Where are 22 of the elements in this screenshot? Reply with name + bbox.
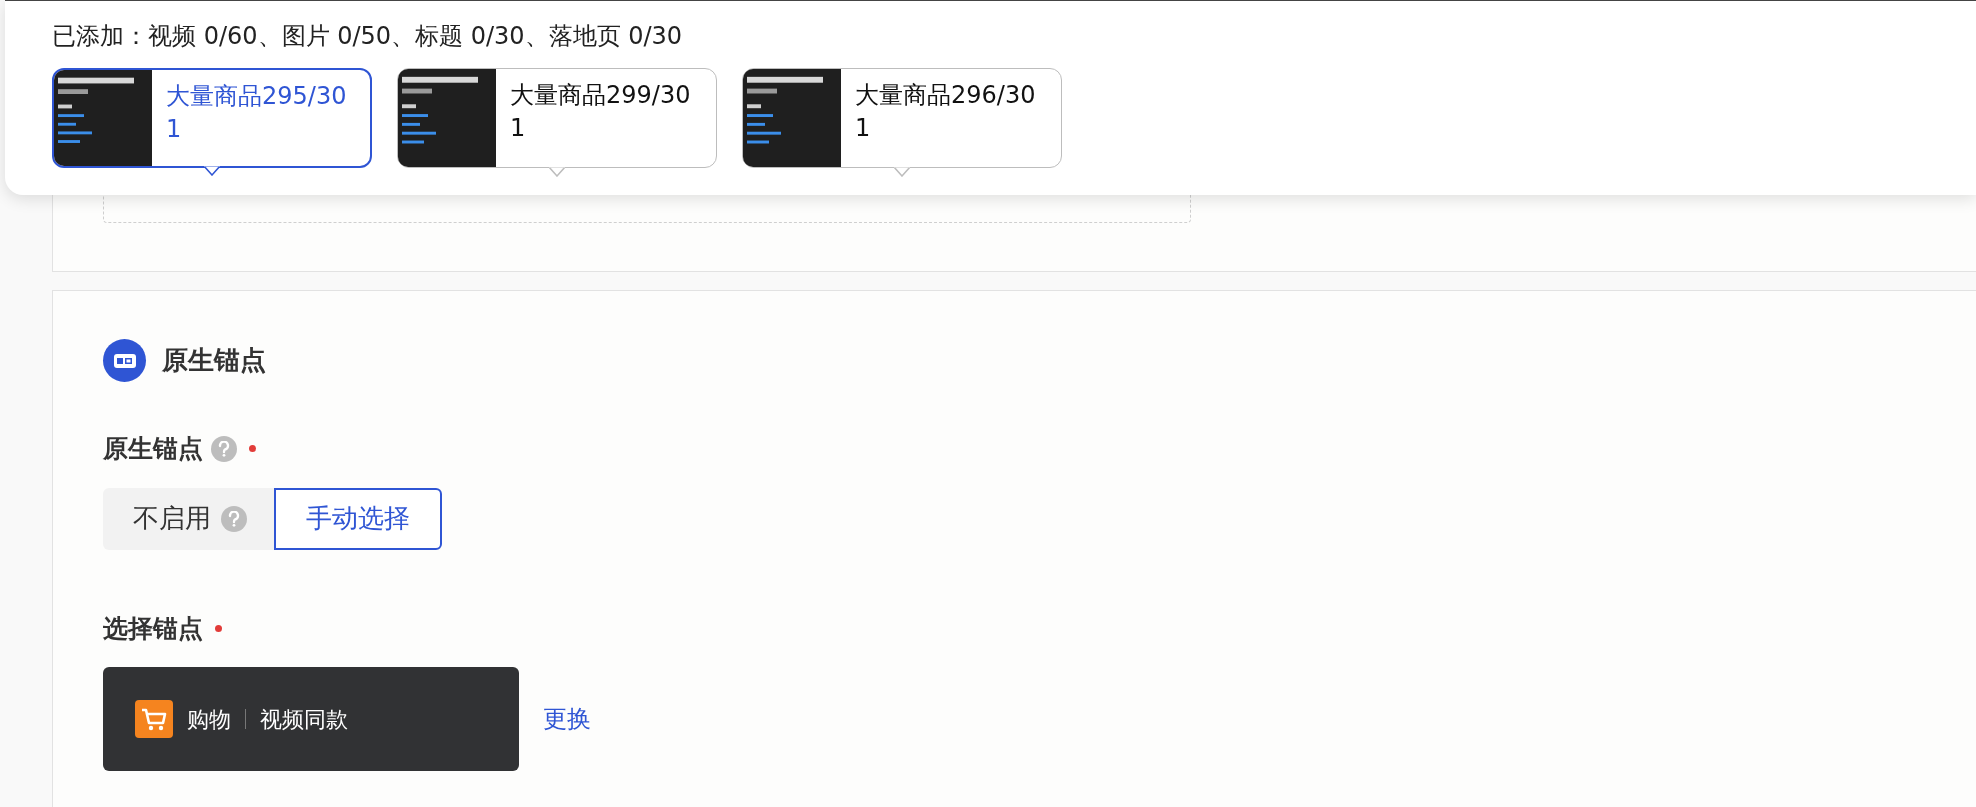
- pointer-icon: [204, 166, 220, 177]
- segment-option[interactable]: 不启用: [103, 487, 274, 550]
- section-title: 原生锚点: [162, 344, 266, 377]
- anchor-category: 购物: [187, 705, 231, 734]
- change-link[interactable]: 更换: [543, 701, 591, 737]
- anchor-name: 视频同款: [260, 705, 348, 734]
- required-mark: [249, 445, 256, 453]
- section-icon: [103, 339, 146, 382]
- field-label: 选择锚点: [103, 612, 203, 645]
- cart-icon: [135, 700, 173, 738]
- material-title: 大量商品295/301: [165, 81, 348, 146]
- help-icon: [211, 435, 237, 462]
- material-title: 大量商品299/301: [509, 80, 692, 145]
- material-title: 大量商品296/301: [854, 80, 1037, 145]
- pointer-icon: [549, 167, 565, 178]
- segment-option[interactable]: 手动选择: [274, 487, 442, 550]
- added-summary: 已添加：视频 0/60、图片 0/50、标题 0/30、落地页 0/30: [52, 21, 684, 52]
- pointer-icon: [894, 167, 910, 178]
- field-label: 原生锚点: [103, 433, 203, 465]
- required-mark: [215, 624, 222, 632]
- option-label: 不启用: [133, 502, 211, 535]
- option-label: 手动选择: [306, 502, 410, 535]
